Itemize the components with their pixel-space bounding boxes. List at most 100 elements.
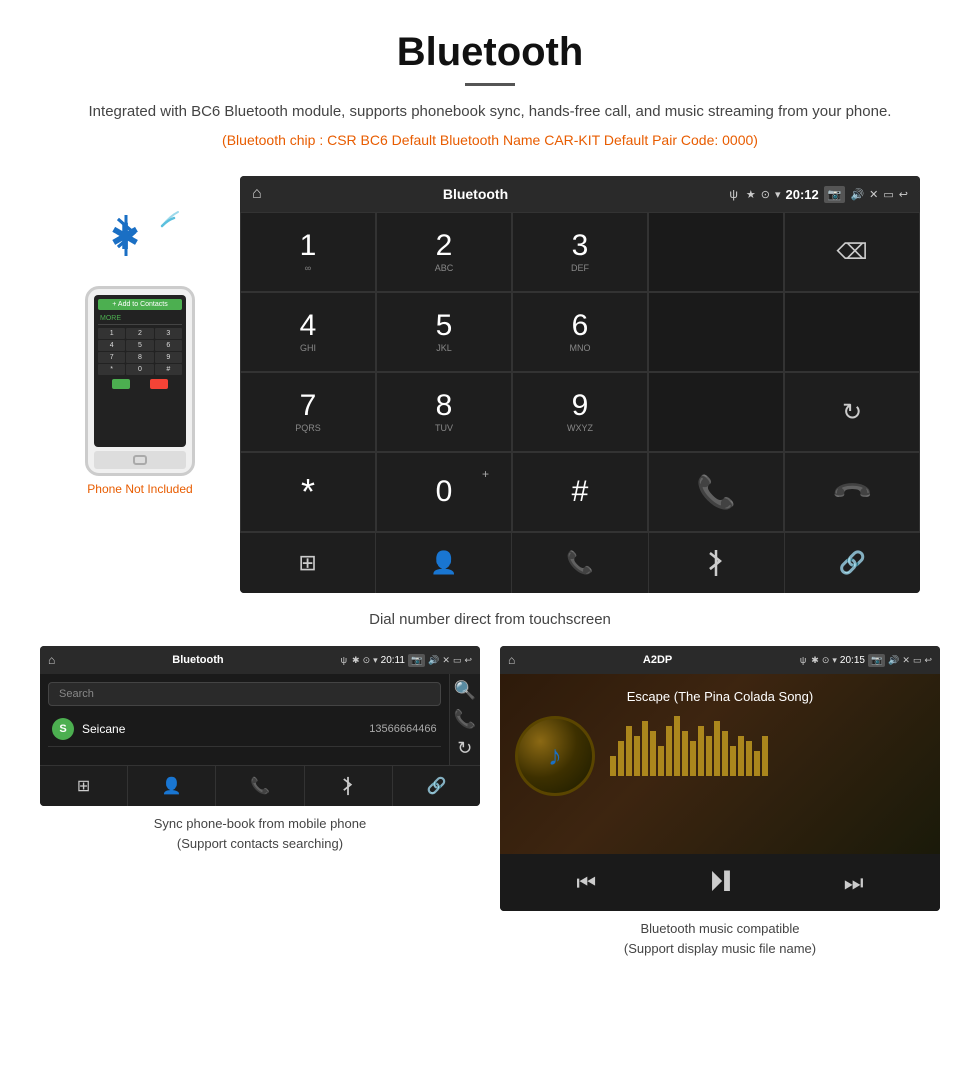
nav-phone[interactable]: 📞 [512, 533, 648, 593]
dial-empty-1 [648, 212, 784, 292]
phone-keypad-mini: 1 2 3 4 5 6 7 8 9 * 0 # [98, 328, 182, 375]
pb-nav-bluetooth[interactable] [305, 766, 393, 806]
dial-key-hash[interactable]: # [512, 452, 648, 532]
dial-key-star[interactable]: * [240, 452, 376, 532]
car-status-bar: ⌂ Bluetooth ψ ★ ⊙ ▾ 20:12 📷 🔊 ✕ ▭ ↩ [240, 176, 920, 212]
dial-key-8[interactable]: 8 TUV [376, 372, 512, 452]
usb-icon-small: ψ [341, 655, 347, 665]
phone-key-mini[interactable]: * [98, 364, 125, 375]
search-side-icon[interactable]: 🔍 [454, 680, 476, 701]
person-icon: 👤 [430, 550, 457, 576]
eq-bar [674, 716, 680, 776]
page-title: Bluetooth [60, 30, 920, 75]
back-icon-music[interactable]: ↩ [924, 655, 932, 666]
music-title: A2DP [520, 654, 795, 666]
phone-home-button[interactable] [133, 455, 147, 465]
pb-nav-link[interactable]: 🔗 [393, 766, 480, 806]
phone-key-mini[interactable]: 2 [126, 328, 153, 339]
pb-nav-apps[interactable]: ⊞ [40, 766, 128, 806]
phone-key-mini[interactable]: 5 [126, 340, 153, 351]
search-bar: Search [48, 682, 441, 706]
dial-key-0[interactable]: 0 + [376, 452, 512, 532]
phone-key-mini[interactable]: 0 [126, 364, 153, 375]
page-description: Integrated with BC6 Bluetooth module, su… [60, 100, 920, 124]
x-icon-music[interactable]: ✕ [902, 655, 910, 666]
prev-track-button[interactable]: ⏮ [576, 870, 596, 896]
wifi-waves-icon [140, 206, 180, 253]
phonebook-screen-wrap: ⌂ Bluetooth ψ ✱ ⊙ ▾ 20:11 📷 🔊 ✕ ▭ ↩ [40, 646, 480, 958]
window-icon[interactable]: ▭ [883, 188, 893, 201]
home-icon-small[interactable]: ⌂ [48, 653, 55, 667]
nav-bluetooth[interactable] [649, 533, 785, 593]
pb-nav-phone[interactable]: 📞 [216, 766, 304, 806]
phone-key-mini[interactable]: 7 [98, 352, 125, 363]
next-track-button[interactable]: ⏭ [844, 870, 864, 896]
close-icon[interactable]: ✕ [869, 188, 878, 201]
sig-icon-music: ▾ [832, 655, 837, 666]
location-icon: ⊙ [761, 188, 770, 201]
eq-bar [650, 731, 656, 776]
music-car-screen: ⌂ A2DP ψ ✱ ⊙ ▾ 20:15 📷 🔊 ✕ ▭ ↩ Escape (T… [500, 646, 940, 911]
phone-call-button[interactable] [112, 379, 130, 389]
usb-icon: ψ [729, 187, 738, 201]
phone-key-mini[interactable]: 3 [155, 328, 182, 339]
bluetooth-status-icon: ★ [746, 188, 756, 201]
dial-key-3[interactable]: 3 DEF [512, 212, 648, 292]
dial-key-4[interactable]: 4 GHI [240, 292, 376, 372]
dial-refresh[interactable]: ↻ [784, 372, 920, 452]
eq-bar [634, 736, 640, 776]
dial-key-9[interactable]: 9 WXYZ [512, 372, 648, 452]
loc-icon-music: ⊙ [822, 655, 830, 666]
usb-icon-music: ψ [800, 655, 806, 665]
eq-bar [642, 721, 648, 776]
phone-key-mini[interactable]: # [155, 364, 182, 375]
music-caption: Bluetooth music compatible(Support displ… [624, 919, 816, 958]
back-icon[interactable]: ↩ [899, 188, 908, 201]
phone-side-icon[interactable]: 📞 [454, 709, 476, 730]
phone-key-mini[interactable]: 1 [98, 328, 125, 339]
phone-end-button[interactable] [150, 379, 168, 389]
phone-key-mini[interactable]: 9 [155, 352, 182, 363]
dial-key-2[interactable]: 2 ABC [376, 212, 512, 292]
dial-key-5[interactable]: 5 JKL [376, 292, 512, 372]
vol-icon-small[interactable]: 🔊 [428, 655, 439, 666]
search-placeholder: Search [59, 688, 94, 700]
dial-grid: 1 ∞ 2 ABC 3 DEF ⌫ 4 GHI 5 JKL [240, 212, 920, 532]
dial-key-7[interactable]: 7 PQRS [240, 372, 376, 452]
music-status-icons: ✱ ⊙ ▾ 20:15 📷 🔊 ✕ ▭ ↩ [811, 654, 932, 667]
win-icon-small[interactable]: ▭ [453, 655, 462, 666]
nav-contacts[interactable]: 👤 [376, 533, 512, 593]
contact-number: 13566664466 [369, 723, 436, 735]
music-body: Escape (The Pina Colada Song) ♪ [500, 674, 940, 854]
play-pause-button[interactable]: ⏵❙ [709, 866, 731, 899]
win-icon-music[interactable]: ▭ [913, 655, 922, 666]
dial-end-button[interactable]: 📞 [784, 452, 920, 532]
sig-icon-small: ▾ [373, 655, 378, 666]
phone-key-mini[interactable]: 6 [155, 340, 182, 351]
contact-name: Seicane [82, 722, 369, 736]
x-icon-small[interactable]: ✕ [442, 655, 450, 666]
cam-icon-music[interactable]: 📷 [868, 654, 885, 667]
dial-key-6[interactable]: 6 MNO [512, 292, 648, 372]
back-icon-small[interactable]: ↩ [464, 655, 472, 666]
eq-bar [690, 741, 696, 776]
eq-bar [706, 736, 712, 776]
phone-key-mini[interactable]: 4 [98, 340, 125, 351]
dial-call-button[interactable]: 📞 [648, 452, 784, 532]
dial-backspace[interactable]: ⌫ [784, 212, 920, 292]
phone-icon: 📞 [566, 550, 593, 576]
vol-icon-music[interactable]: 🔊 [888, 655, 899, 666]
camera-icon[interactable]: 📷 [824, 186, 846, 203]
phone-screen-contact: MORE [98, 313, 182, 325]
pb-nav-contacts[interactable]: 👤 [128, 766, 216, 806]
phone-key-mini[interactable]: 8 [126, 352, 153, 363]
refresh-side-icon[interactable]: ↻ [457, 738, 472, 759]
home-icon-music[interactable]: ⌂ [508, 653, 515, 667]
nav-apps[interactable]: ⊞ [240, 533, 376, 593]
music-screen-wrap: ⌂ A2DP ψ ✱ ⊙ ▾ 20:15 📷 🔊 ✕ ▭ ↩ Escape (T… [500, 646, 940, 958]
dial-key-1[interactable]: 1 ∞ [240, 212, 376, 292]
volume-icon[interactable]: 🔊 [850, 188, 864, 201]
nav-link[interactable]: 🔗 [785, 533, 920, 593]
cam-icon-small[interactable]: 📷 [408, 654, 425, 667]
contact-row[interactable]: S Seicane 13566664466 [48, 712, 441, 747]
